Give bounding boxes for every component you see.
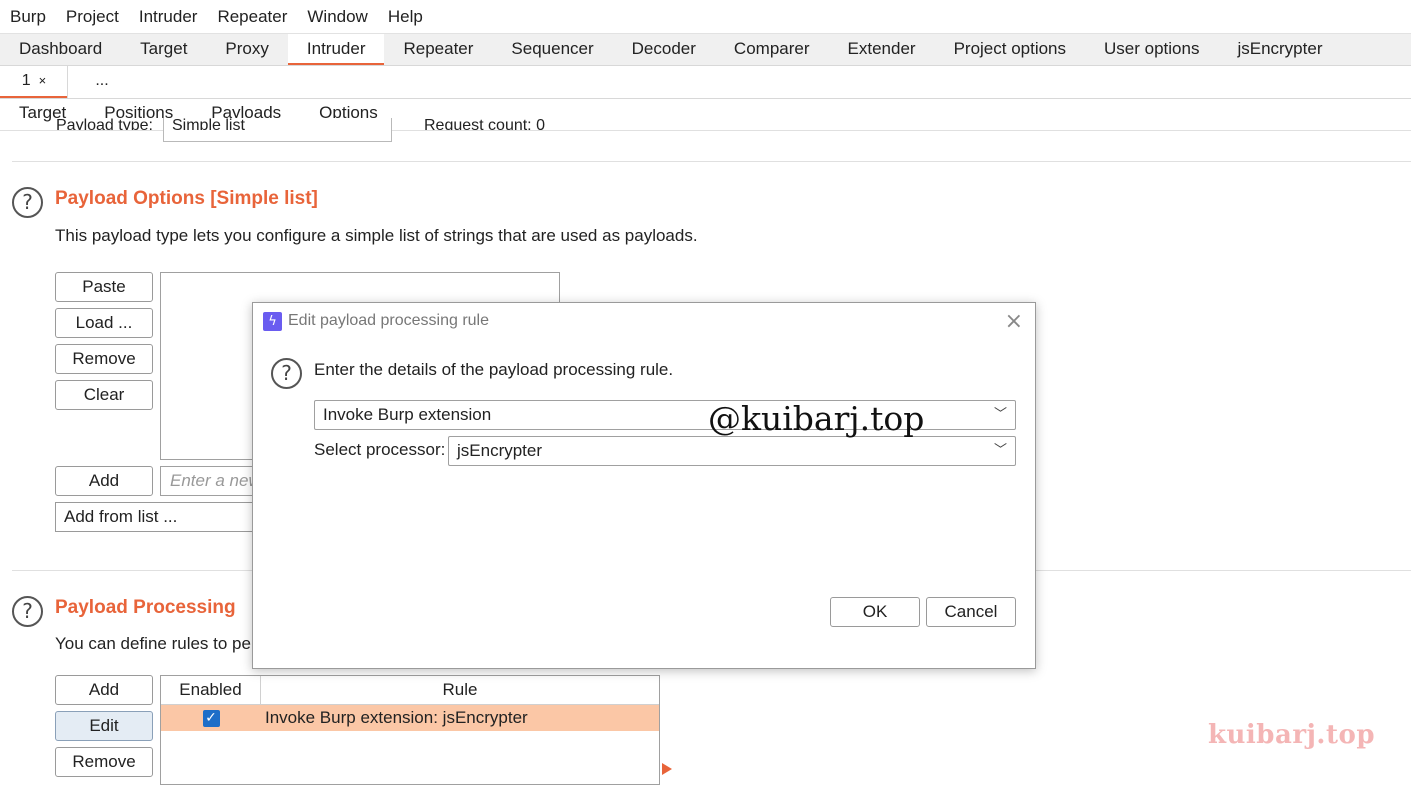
tab-proxy[interactable]: Proxy (206, 34, 287, 65)
payload-options-title: Payload Options [Simple list] (55, 188, 318, 209)
attack-tab-new[interactable]: ... (68, 66, 136, 98)
remove-rule-button[interactable]: Remove (55, 747, 153, 777)
tab-user-options[interactable]: User options (1085, 34, 1218, 65)
menu-window[interactable]: Window (297, 7, 377, 27)
rule-cell: Invoke Burp extension: jsEncrypter (265, 708, 528, 727)
payload-options-description: This payload type lets you configure a s… (55, 226, 698, 245)
payload-type-label: Payload type: (56, 118, 153, 130)
tab-project-options[interactable]: Project options (935, 34, 1085, 65)
enabled-cell: ✓ (161, 705, 261, 731)
processor-value: jsEncrypter (457, 441, 543, 460)
menu-intruder[interactable]: Intruder (129, 7, 208, 27)
add-rule-button[interactable]: Add (55, 675, 153, 705)
help-icon[interactable]: ? (12, 596, 43, 627)
add-button[interactable]: Add (55, 466, 153, 496)
rule-type-value: Invoke Burp extension (323, 405, 492, 424)
table-header: Enabled Rule (161, 676, 659, 705)
processor-label: Select processor: (314, 440, 446, 459)
remove-button[interactable]: Remove (55, 344, 153, 374)
tab-intruder[interactable]: Intruder (287, 34, 385, 65)
chevron-down-icon: ﹀ (993, 443, 1007, 458)
dialog-title: Edit payload processing rule (288, 312, 490, 329)
edit-rule-dialog: ϟ Edit payload processing rule × ? Enter… (252, 302, 1036, 669)
burp-logo-icon: ϟ (263, 312, 282, 331)
menu-help[interactable]: Help (378, 7, 433, 27)
column-enabled[interactable]: Enabled (161, 676, 261, 704)
chevron-down-icon: ﹀ (993, 407, 1007, 422)
close-icon[interactable]: × (39, 73, 47, 88)
add-from-list-select[interactable]: Add from list ... (55, 502, 260, 532)
enabled-checkbox[interactable]: ✓ (202, 709, 220, 727)
main-tab-bar: Dashboard Target Proxy Intruder Repeater… (0, 33, 1411, 66)
payload-type-select[interactable]: Simple list (163, 118, 392, 142)
menu-bar: Burp Project Intruder Repeater Window He… (0, 0, 1411, 33)
payload-processing-title: Payload Processing (55, 597, 236, 618)
tab-extender[interactable]: Extender (829, 34, 935, 65)
expand-arrow-icon[interactable] (662, 763, 672, 775)
ok-button[interactable]: OK (830, 597, 920, 627)
tab-target[interactable]: Target (121, 34, 206, 65)
dialog-message: Enter the details of the payload process… (314, 360, 674, 379)
dialog-title-bar: ϟ Edit payload processing rule × (253, 303, 1035, 341)
column-rule[interactable]: Rule (261, 676, 659, 704)
tab-decoder[interactable]: Decoder (613, 34, 715, 65)
tab-comparer[interactable]: Comparer (715, 34, 829, 65)
clear-button[interactable]: Clear (55, 380, 153, 410)
tab-repeater[interactable]: Repeater (384, 34, 492, 65)
tab-dashboard[interactable]: Dashboard (0, 34, 121, 65)
attack-tab-bar: 1 × ... (0, 66, 1411, 99)
menu-repeater[interactable]: Repeater (207, 7, 297, 27)
payload-processing-description: You can define rules to pe (55, 634, 251, 653)
processor-select[interactable]: jsEncrypter ﹀ (448, 436, 1016, 466)
paste-button[interactable]: Paste (55, 272, 153, 302)
help-icon[interactable]: ? (12, 187, 43, 218)
attack-tab-1[interactable]: 1 × (0, 66, 68, 98)
tab-sequencer[interactable]: Sequencer (492, 34, 612, 65)
table-row[interactable]: ✓ Invoke Burp extension: jsEncrypter (161, 705, 659, 731)
close-icon[interactable]: × (1005, 309, 1023, 334)
menu-project[interactable]: Project (56, 7, 129, 27)
load-button[interactable]: Load ... (55, 308, 153, 338)
watermark: kuibarj.top (1208, 720, 1376, 750)
attack-tab-1-label: 1 (21, 72, 31, 89)
request-count: Request count: 0 (424, 118, 545, 130)
help-icon[interactable]: ? (271, 358, 302, 389)
section-divider (12, 161, 1411, 162)
watermark: @kuibarj.top (708, 399, 925, 438)
cancel-button[interactable]: Cancel (926, 597, 1016, 627)
rules-table: Enabled Rule ✓ Invoke Burp extension: js… (160, 675, 660, 785)
edit-rule-button[interactable]: Edit (55, 711, 153, 741)
menu-burp[interactable]: Burp (0, 7, 56, 27)
add-item-input[interactable]: Enter a new item (160, 466, 260, 496)
tab-jsencrypter[interactable]: jsEncrypter (1218, 34, 1341, 65)
payload-type-value: Simple list (172, 118, 245, 130)
